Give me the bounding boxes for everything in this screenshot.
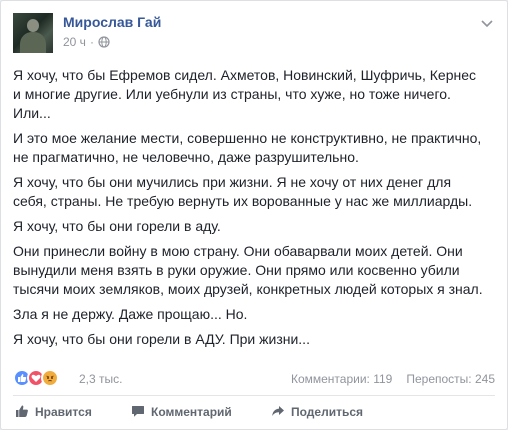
post-paragraph: Я хочу, что бы Ефремов сидел. Ахметов, Н… [13,67,476,121]
action-bar: Нравится Комментарий Поделиться [13,399,495,425]
post-paragraph: Я хочу, что бы они мучились при жизни. Я… [13,174,473,209]
reactions-bar: 2,3 тыс. Комментарии: 119 Перепосты: 245 [13,369,495,389]
divider [13,395,495,396]
post-paragraph: Зла я не держу. Даже прощаю... Но. [13,306,248,322]
angry-reaction-icon[interactable] [41,369,59,387]
comment-icon [131,404,145,421]
reaction-count[interactable]: 2,3 тыс. [79,372,122,386]
reaction-icons[interactable] [13,369,59,387]
author-name[interactable]: Мирослав Гай [63,14,161,30]
post-paragraph: Я хочу, что бы они горели в аду. [13,218,221,234]
meta-separator: · [89,35,94,49]
share-button-label: Поделиться [291,405,364,419]
share-icon [271,404,285,421]
like-button[interactable]: Нравится [13,399,123,425]
avatar[interactable] [13,13,53,53]
comments-count[interactable]: Комментарии: 119 [291,372,392,386]
post-paragraph: Они принесли войну в мою страну. Они оба… [13,243,483,297]
shares-count[interactable]: Перепосты: 245 [406,372,495,386]
post-card: Мирослав Гай 20 ч · Я хочу, что бы Ефрем… [0,0,508,430]
globe-icon[interactable] [98,36,110,48]
post-header: Мирослав Гай 20 ч · [13,13,495,55]
post-paragraph: И это мое желание мести, совершенно не к… [13,130,482,165]
post-time[interactable]: 20 ч [63,35,86,49]
like-button-label: Нравится [35,405,92,419]
comment-button-label: Комментарий [151,405,232,419]
share-button[interactable]: Поделиться [263,399,413,425]
chevron-down-icon[interactable] [479,15,495,31]
post-text: Я хочу, что бы Ефремов сидел. Ахметов, Н… [13,66,497,355]
post-paragraph: Я хочу, что бы они горели в АДУ. При жиз… [13,331,310,347]
comment-button[interactable]: Комментарий [123,399,263,425]
thumbs-up-icon [15,404,29,421]
post-meta: 20 ч · [63,35,110,49]
post-stats: Комментарии: 119 Перепосты: 245 [291,372,495,386]
